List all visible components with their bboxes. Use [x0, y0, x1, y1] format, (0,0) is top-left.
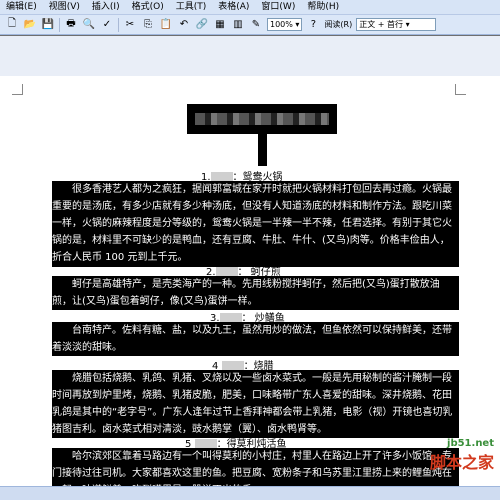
- paragraph-text: 哈尔滨郊区靠着马路边有一个叫得莫利的小村庄，村里人在路边上开了许多小饭馆，专门接…: [52, 451, 452, 486]
- title-underline-selection: [258, 134, 267, 166]
- help-icon[interactable]: ?: [306, 18, 320, 32]
- toolbar-area: [0, 36, 500, 76]
- paragraph-text: 台南特产。佐料有糖、盐，以及九王，虽然用炒的做法，但鱼依然可以保持鲜美，还带着淡…: [52, 325, 452, 353]
- menu-tools[interactable]: 工具(T): [170, 0, 213, 14]
- status-bar: [0, 486, 500, 500]
- copy-icon[interactable]: ⎘: [141, 18, 155, 32]
- paragraph-2[interactable]: 蚵仔是高雄特产，是壳类海产的一种。先用线粉搅拌蚵仔，然后把(又鸟)蛋打散放油煎，…: [52, 276, 459, 310]
- menu-edit[interactable]: 编辑(E): [0, 0, 43, 14]
- document-page[interactable]: 1. ：鸳鸯火锅 很多香港艺人都为之疯狂，据闻郭富城在家开时就把火锅材料打包回去再…: [0, 76, 500, 486]
- page-corner-mark: [12, 84, 23, 95]
- link-icon[interactable]: 🔗: [195, 18, 209, 32]
- zoom-select[interactable]: 100% ▾: [267, 18, 303, 31]
- save-icon[interactable]: 💾: [41, 18, 55, 32]
- blurred-title-text: [195, 113, 329, 125]
- standard-toolbar: 🗋 📂 💾 🖶 🔍 ✓ ✂ ⎘ 📋 ↶ 🔗 ▦ ▥ ✎ 100% ▾ ? 阅读(…: [0, 15, 500, 35]
- site-watermark: jb51.net 脚本之家: [430, 438, 494, 473]
- menu-format[interactable]: 格式(O): [126, 0, 170, 14]
- toolbar-separator: [118, 17, 119, 32]
- document-title-blurred: [187, 104, 337, 134]
- menu-table[interactable]: 表格(A): [212, 0, 255, 14]
- menu-window[interactable]: 窗口(W): [255, 0, 301, 14]
- open-icon[interactable]: 📂: [23, 18, 37, 32]
- cut-icon[interactable]: ✂: [123, 18, 137, 32]
- spell-icon[interactable]: ✓: [100, 18, 114, 32]
- print-icon[interactable]: 🖶: [64, 18, 78, 32]
- read-button[interactable]: 阅读(R): [324, 19, 352, 30]
- paragraph-4[interactable]: 烧腊包括烧鹅、乳鸽、乳猪、叉烧以及一些卤水菜式。一般是先用秘制的酱汁腌制一段时间…: [52, 370, 459, 438]
- preview-icon[interactable]: 🔍: [82, 18, 96, 32]
- paragraph-5[interactable]: 哈尔滨郊区靠着马路边有一个叫得莫利的小村庄，村里人在路边上开了许多小饭馆，专门接…: [52, 448, 459, 486]
- drawing-icon[interactable]: ✎: [249, 18, 263, 32]
- table-icon[interactable]: ▦: [213, 18, 227, 32]
- paragraph-text: 烧腊包括烧鹅、乳鸽、乳猪、叉烧以及一些卤水菜式。一般是先用秘制的酱汁腌制一段时间…: [52, 373, 453, 435]
- paragraph-3[interactable]: 台南特产。佐料有糖、盐，以及九王，虽然用炒的做法，但鱼依然可以保持鲜美，还带着淡…: [52, 322, 459, 356]
- paragraph-text: 很多香港艺人都为之疯狂，据闻郭富城在家开时就把火锅材料打包回去再过瘾。火锅最重要…: [52, 184, 452, 263]
- columns-icon[interactable]: ▥: [231, 18, 245, 32]
- paragraph-1[interactable]: 很多香港艺人都为之疯狂，据闻郭富城在家开时就把火锅材料打包回去再过瘾。火锅最重要…: [52, 181, 459, 267]
- menu-insert[interactable]: 插入(I): [86, 0, 126, 14]
- new-icon[interactable]: 🗋: [5, 18, 19, 32]
- paragraph-text: 蚵仔是高雄特产，是壳类海产的一种。先用线粉搅拌蚵仔，然后把(又鸟)蛋打散放油煎，…: [52, 279, 440, 307]
- undo-icon[interactable]: ↶: [177, 18, 191, 32]
- menu-help[interactable]: 帮助(H): [301, 0, 345, 14]
- page-corner-mark: [455, 84, 466, 95]
- menu-view[interactable]: 视图(V): [43, 0, 86, 14]
- paste-icon[interactable]: 📋: [159, 18, 173, 32]
- watermark-name: 脚本之家: [429, 453, 494, 472]
- toolbar-separator: [59, 17, 60, 32]
- style-value: 正文 + 首行: [359, 20, 404, 29]
- style-select[interactable]: 正文 + 首行 ▾: [356, 18, 437, 31]
- zoom-value: 100%: [270, 20, 293, 29]
- watermark-url: jb51.net: [447, 438, 494, 449]
- menu-bar: 编辑(E) 视图(V) 插入(I) 格式(O) 工具(T) 表格(A) 窗口(W…: [0, 0, 500, 15]
